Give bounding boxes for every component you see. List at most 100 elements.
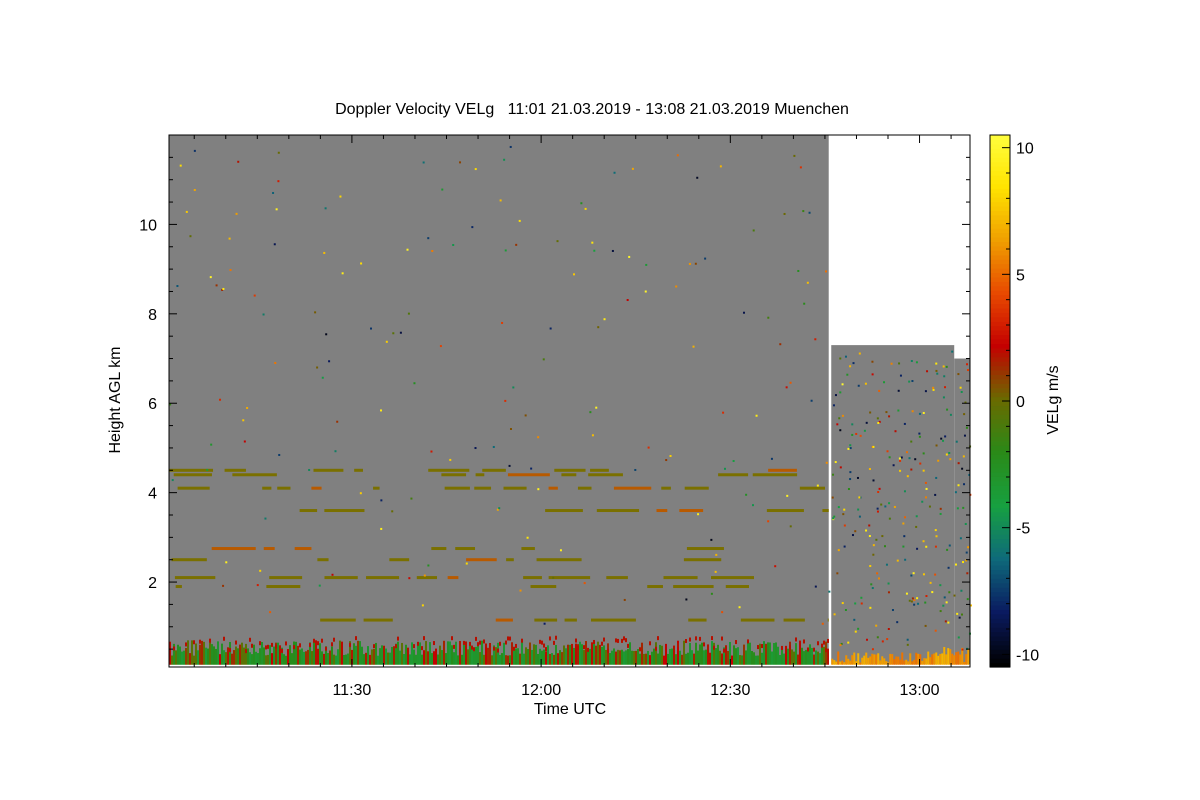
boundary-layer-column <box>321 651 323 665</box>
noise-point <box>847 641 850 644</box>
fall-signal-column <box>917 653 920 665</box>
echo-layer-6 <box>317 558 329 562</box>
boundary-layer-column <box>481 640 483 665</box>
boundary-layer-column <box>767 642 769 665</box>
colorbar-step <box>990 449 1010 455</box>
noise-point <box>839 357 842 360</box>
boundary-layer-column <box>221 643 223 665</box>
boundary-layer-speck <box>317 641 319 646</box>
noise-point <box>452 244 455 247</box>
noise-point <box>885 411 888 414</box>
fall-signal-column <box>835 661 838 665</box>
boundary-layer-column <box>511 642 513 665</box>
fall-signal-column <box>927 651 930 665</box>
noise-point <box>944 386 947 389</box>
noise-point <box>934 573 937 576</box>
boundary-layer-column <box>627 649 629 665</box>
echo-layer-5 <box>663 576 698 580</box>
noise-point <box>939 610 942 613</box>
boundary-layer-column <box>507 655 509 665</box>
noise-point <box>896 621 899 624</box>
noise-point <box>722 411 725 414</box>
boundary-layer-column <box>307 649 309 665</box>
colorbar-step <box>990 272 1010 278</box>
boundary-layer-speck <box>451 636 453 641</box>
colorbar-step <box>990 352 1010 358</box>
noise-point <box>692 345 695 348</box>
fall-signal-column <box>889 653 892 665</box>
fall-signal-column <box>877 653 880 665</box>
boundary-layer-column <box>317 648 319 665</box>
noise-point <box>932 386 935 389</box>
echo-layer-9 <box>799 486 825 490</box>
boundary-layer-column <box>659 644 661 665</box>
boundary-layer-column <box>521 640 523 665</box>
noise-point <box>852 362 855 365</box>
boundary-layer-column <box>823 646 825 665</box>
boundary-layer-column <box>533 644 535 665</box>
boundary-layer-column <box>617 649 619 665</box>
noise-point <box>954 491 957 494</box>
colorbar-step <box>990 432 1010 438</box>
boundary-layer-column <box>177 644 179 665</box>
noise-point <box>888 502 891 505</box>
noise-point <box>897 389 900 392</box>
echo-layer-4 <box>175 585 182 589</box>
noise-point <box>770 457 773 460</box>
boundary-layer-column <box>749 642 751 665</box>
boundary-layer-column <box>673 645 675 665</box>
noise-point <box>806 281 809 284</box>
boundary-layer-speck <box>725 647 727 652</box>
noise-point <box>967 546 970 549</box>
echo-layer-3 <box>688 618 707 622</box>
noise-point <box>935 444 938 447</box>
boundary-layer-column <box>775 642 777 665</box>
boundary-layer-column <box>573 647 575 665</box>
boundary-layer-column <box>647 650 649 665</box>
colorbar-step <box>990 423 1010 429</box>
boundary-layer-column <box>605 649 607 665</box>
echo-layer-11 <box>768 468 797 472</box>
echo-layer-7 <box>455 547 476 551</box>
boundary-layer-speck <box>575 638 577 643</box>
boundary-layer-column <box>361 646 363 665</box>
fall-signal-column <box>871 653 874 665</box>
noise-point <box>899 469 902 472</box>
fall-signal-column <box>915 652 918 665</box>
y-tick-label: 6 <box>148 396 157 413</box>
noise-point <box>336 420 339 423</box>
colorbar-step <box>990 627 1010 633</box>
boundary-layer-column <box>425 641 427 665</box>
boundary-layer-column <box>179 646 181 665</box>
fall-signal-column <box>923 658 926 665</box>
noise-point <box>537 488 540 491</box>
noise-point <box>696 176 699 179</box>
boundary-layer-column <box>379 648 381 665</box>
boundary-layer-column <box>185 648 187 665</box>
noise-point <box>752 229 755 232</box>
colorbar-step <box>990 427 1010 433</box>
boundary-layer-column <box>719 650 721 665</box>
noise-point <box>710 592 713 595</box>
noise-point <box>922 573 925 576</box>
noise-point <box>925 545 928 548</box>
boundary-layer-speck <box>185 642 187 647</box>
colorbar-step <box>990 467 1010 473</box>
noise-point <box>963 413 966 416</box>
noise-point <box>906 638 909 641</box>
noise-point <box>883 381 886 384</box>
echo-layer-9 <box>311 486 322 490</box>
echo-layer-3 <box>827 618 829 622</box>
noise-point <box>910 440 913 443</box>
fall-signal-column <box>885 661 888 665</box>
boundary-layer-column <box>365 652 367 665</box>
noise-point <box>779 343 782 346</box>
colorbar-step <box>990 489 1010 495</box>
boundary-layer-column <box>675 654 677 665</box>
colorbar-step <box>990 463 1010 469</box>
boundary-layer-column <box>717 644 719 665</box>
fall-signal-column <box>891 654 894 665</box>
boundary-layer-column <box>327 653 329 665</box>
noise-point <box>872 445 875 448</box>
noise-point <box>915 515 918 518</box>
